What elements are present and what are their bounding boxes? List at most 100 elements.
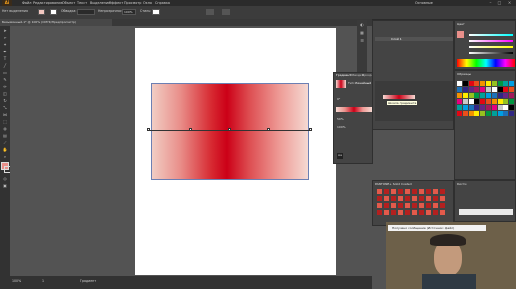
location-field[interactable]: 50% — [337, 117, 344, 121]
pantone-swatch[interactable] — [412, 196, 417, 201]
color-swatch[interactable] — [509, 105, 515, 110]
color-swatch[interactable] — [486, 111, 491, 116]
pantone-swatch[interactable] — [419, 189, 424, 194]
pantone-swatch[interactable] — [384, 196, 389, 201]
stroke-swatch[interactable] — [50, 9, 57, 15]
color-swatch[interactable] — [457, 105, 462, 110]
gradient-ramp[interactable] — [336, 107, 372, 112]
pantone-swatch[interactable] — [419, 210, 424, 215]
color-spectrum[interactable] — [457, 59, 515, 67]
screen-mode-icon[interactable]: ▣ — [2, 183, 8, 188]
gradient-preview[interactable] — [336, 80, 346, 88]
stroke-gradient-icon[interactable]: Aa — [337, 153, 343, 159]
hand-tool-icon[interactable]: ✋ — [2, 147, 8, 152]
color-swatch[interactable] — [509, 93, 515, 98]
color-swatch[interactable] — [468, 105, 474, 110]
rotate-tool-icon[interactable]: ↻ — [2, 98, 8, 103]
paintbrush-icon[interactable]: ✎ — [2, 77, 8, 82]
pantone-swatch[interactable] — [412, 189, 417, 194]
angle-field[interactable]: 0° — [337, 97, 340, 101]
free-transform-icon[interactable]: ⬚ — [2, 119, 8, 124]
eyedropper-icon[interactable]: ⟋ — [2, 140, 8, 145]
draw-mode-icon[interactable]: ◎ — [2, 176, 8, 181]
magenta-slider[interactable] — [469, 40, 513, 42]
pantone-swatch[interactable] — [384, 189, 389, 194]
scale-tool-icon[interactable]: ⤡ — [2, 105, 8, 110]
color-swatch[interactable] — [491, 93, 497, 98]
pantone-swatch[interactable] — [433, 189, 438, 194]
document-tab[interactable]: Безымянный-1* @ 100% (CMYK/Предпросмотр) — [0, 19, 112, 26]
pantone-swatch[interactable] — [377, 189, 382, 194]
pantone-swatch[interactable] — [440, 196, 445, 201]
fill-swatch[interactable] — [38, 9, 45, 15]
color-swatch[interactable] — [468, 93, 474, 98]
pantone-swatch[interactable] — [398, 196, 403, 201]
pantone-swatch[interactable] — [391, 189, 396, 194]
color-swatch[interactable] — [509, 99, 515, 104]
color-fill-icon[interactable] — [457, 31, 464, 38]
eraser-icon[interactable]: ◫ — [2, 91, 8, 96]
pantone-swatch[interactable] — [377, 210, 382, 215]
pantone-swatch[interactable] — [405, 210, 410, 215]
color-swatch[interactable] — [480, 93, 486, 98]
color-swatch[interactable] — [497, 111, 503, 116]
color-swatch[interactable] — [468, 99, 474, 104]
color-swatch[interactable] — [503, 81, 509, 86]
transparency-gradient-bar[interactable] — [383, 95, 415, 99]
color-swatch[interactable] — [491, 99, 497, 104]
yellow-slider[interactable] — [469, 46, 513, 48]
color-swatch[interactable] — [474, 87, 480, 92]
stroke-weight-field[interactable] — [77, 9, 95, 15]
color-swatch[interactable] — [474, 93, 480, 98]
pantone-swatch[interactable] — [440, 203, 445, 208]
pantone-swatch[interactable] — [412, 203, 417, 208]
pantone-swatch[interactable] — [433, 210, 438, 215]
layer-row[interactable]: Слой 1 — [375, 37, 453, 41]
color-swatch[interactable] — [462, 81, 468, 86]
color-swatch[interactable] — [462, 87, 468, 92]
color-swatch[interactable] — [468, 87, 474, 92]
pantone-swatch[interactable] — [384, 203, 389, 208]
style-swatch[interactable] — [152, 9, 160, 15]
color-swatch[interactable] — [497, 87, 503, 92]
color-swatch[interactable] — [474, 99, 480, 104]
color-swatch[interactable] — [509, 87, 515, 92]
color-swatch[interactable] — [503, 99, 509, 104]
gradient-rectangle[interactable] — [151, 83, 309, 180]
pantone-swatch[interactable] — [398, 189, 403, 194]
pantone-swatch[interactable] — [426, 210, 431, 215]
color-swatch[interactable] — [462, 111, 468, 116]
pantone-swatch[interactable] — [377, 203, 382, 208]
color-swatch[interactable] — [497, 105, 503, 110]
color-swatch[interactable] — [486, 87, 491, 92]
pantone-swatch[interactable] — [405, 203, 410, 208]
color-swatch[interactable] — [509, 81, 515, 86]
color-swatch[interactable] — [480, 81, 486, 86]
pantone-swatch[interactable] — [391, 210, 396, 215]
pantone-swatch[interactable] — [433, 203, 438, 208]
color-swatch[interactable] — [480, 99, 486, 104]
color-swatch[interactable] — [474, 111, 480, 116]
color-swatch[interactable] — [480, 87, 486, 92]
color-swatch[interactable] — [462, 105, 468, 110]
gradient-stop[interactable] — [189, 128, 192, 131]
color-swatch[interactable] — [497, 99, 503, 104]
tab-gradient[interactable]: Градиент — [336, 73, 351, 78]
color-swatch[interactable] — [468, 81, 474, 86]
transform-icon[interactable] — [222, 9, 230, 15]
color-swatch[interactable] — [474, 105, 480, 110]
zoom-tool-icon[interactable]: ⌕ — [2, 154, 8, 159]
cyan-slider[interactable] — [469, 34, 513, 36]
pantone-swatch[interactable] — [405, 196, 410, 201]
pantone-swatch[interactable] — [426, 203, 431, 208]
color-swatch[interactable] — [480, 105, 486, 110]
page-number[interactable]: 1 — [42, 279, 44, 283]
pantone-swatch[interactable] — [426, 189, 431, 194]
magic-wand-icon[interactable]: ✦ — [2, 42, 8, 47]
pantone-swatch[interactable] — [419, 203, 424, 208]
shape-builder-icon[interactable]: ◍ — [2, 126, 8, 131]
zoom-level[interactable]: 100% — [12, 279, 21, 283]
pantone-swatch[interactable] — [398, 210, 403, 215]
pantone-swatch[interactable] — [391, 203, 396, 208]
selection-tool-icon[interactable]: ➤ — [2, 28, 8, 33]
